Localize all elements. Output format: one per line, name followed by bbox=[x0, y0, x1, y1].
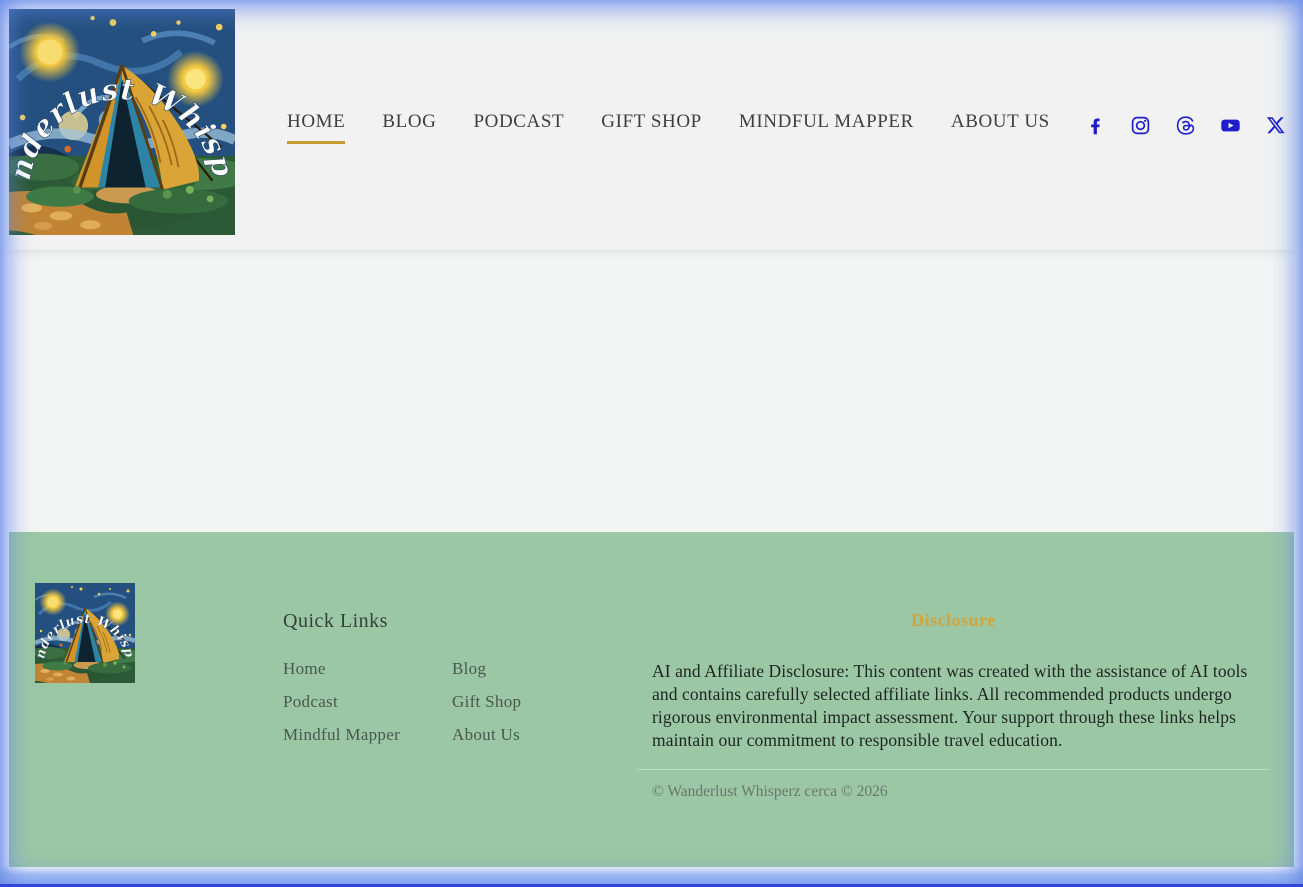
footer-link-podcast[interactable]: Podcast bbox=[283, 692, 452, 725]
page-container: Wanderlust Whisperz HOME BLOG PODCAST GI… bbox=[9, 9, 1294, 867]
facebook-icon[interactable] bbox=[1085, 115, 1106, 136]
footer-link-blog[interactable]: Blog bbox=[452, 659, 621, 692]
site-footer: Quick Links Home Podcast Mindful Mapper … bbox=[9, 532, 1294, 867]
x-twitter-icon[interactable] bbox=[1265, 115, 1286, 136]
nav-item-about-us[interactable]: ABOUT US bbox=[951, 111, 1050, 144]
footer-link-about-us[interactable]: About Us bbox=[452, 725, 621, 758]
disclosure-text: AI and Affiliate Disclosure: This conten… bbox=[637, 660, 1270, 752]
site-logo[interactable]: Wanderlust Whisperz bbox=[9, 9, 235, 235]
main-nav: HOME BLOG PODCAST GIFT SHOP MINDFUL MAPP… bbox=[287, 111, 1050, 144]
nav-item-home[interactable]: HOME bbox=[287, 111, 345, 144]
quick-links-title: Quick Links bbox=[283, 610, 621, 633]
quick-links-grid: Home Podcast Mindful Mapper Blog Gift Sh… bbox=[283, 659, 621, 758]
instagram-icon[interactable] bbox=[1130, 115, 1151, 136]
main-content-area bbox=[9, 250, 1294, 532]
nav-item-gift-shop[interactable]: GIFT SHOP bbox=[601, 111, 702, 144]
nav-item-mindful-mapper[interactable]: MINDFUL MAPPER bbox=[739, 111, 914, 144]
copyright-text: © Wanderlust Whisperz cerca © 2026 bbox=[637, 783, 1270, 801]
social-icons-row bbox=[1085, 115, 1286, 136]
threads-icon[interactable] bbox=[1175, 115, 1196, 136]
bottom-blue-band bbox=[0, 867, 1303, 884]
footer-link-home[interactable]: Home bbox=[283, 659, 452, 692]
footer-divider bbox=[637, 769, 1270, 770]
disclosure-section: Disclosure AI and Affiliate Disclosure: … bbox=[637, 610, 1270, 801]
nav-item-blog[interactable]: BLOG bbox=[382, 111, 436, 144]
youtube-icon[interactable] bbox=[1220, 115, 1241, 136]
footer-link-mindful-mapper[interactable]: Mindful Mapper bbox=[283, 725, 452, 758]
site-header: Wanderlust Whisperz HOME BLOG PODCAST GI… bbox=[9, 9, 1294, 250]
footer-logo[interactable] bbox=[35, 583, 135, 683]
nav-item-podcast[interactable]: PODCAST bbox=[473, 111, 564, 144]
disclosure-title: Disclosure bbox=[637, 610, 1270, 631]
quick-links-section: Quick Links Home Podcast Mindful Mapper … bbox=[283, 610, 621, 758]
footer-link-gift-shop[interactable]: Gift Shop bbox=[452, 692, 621, 725]
